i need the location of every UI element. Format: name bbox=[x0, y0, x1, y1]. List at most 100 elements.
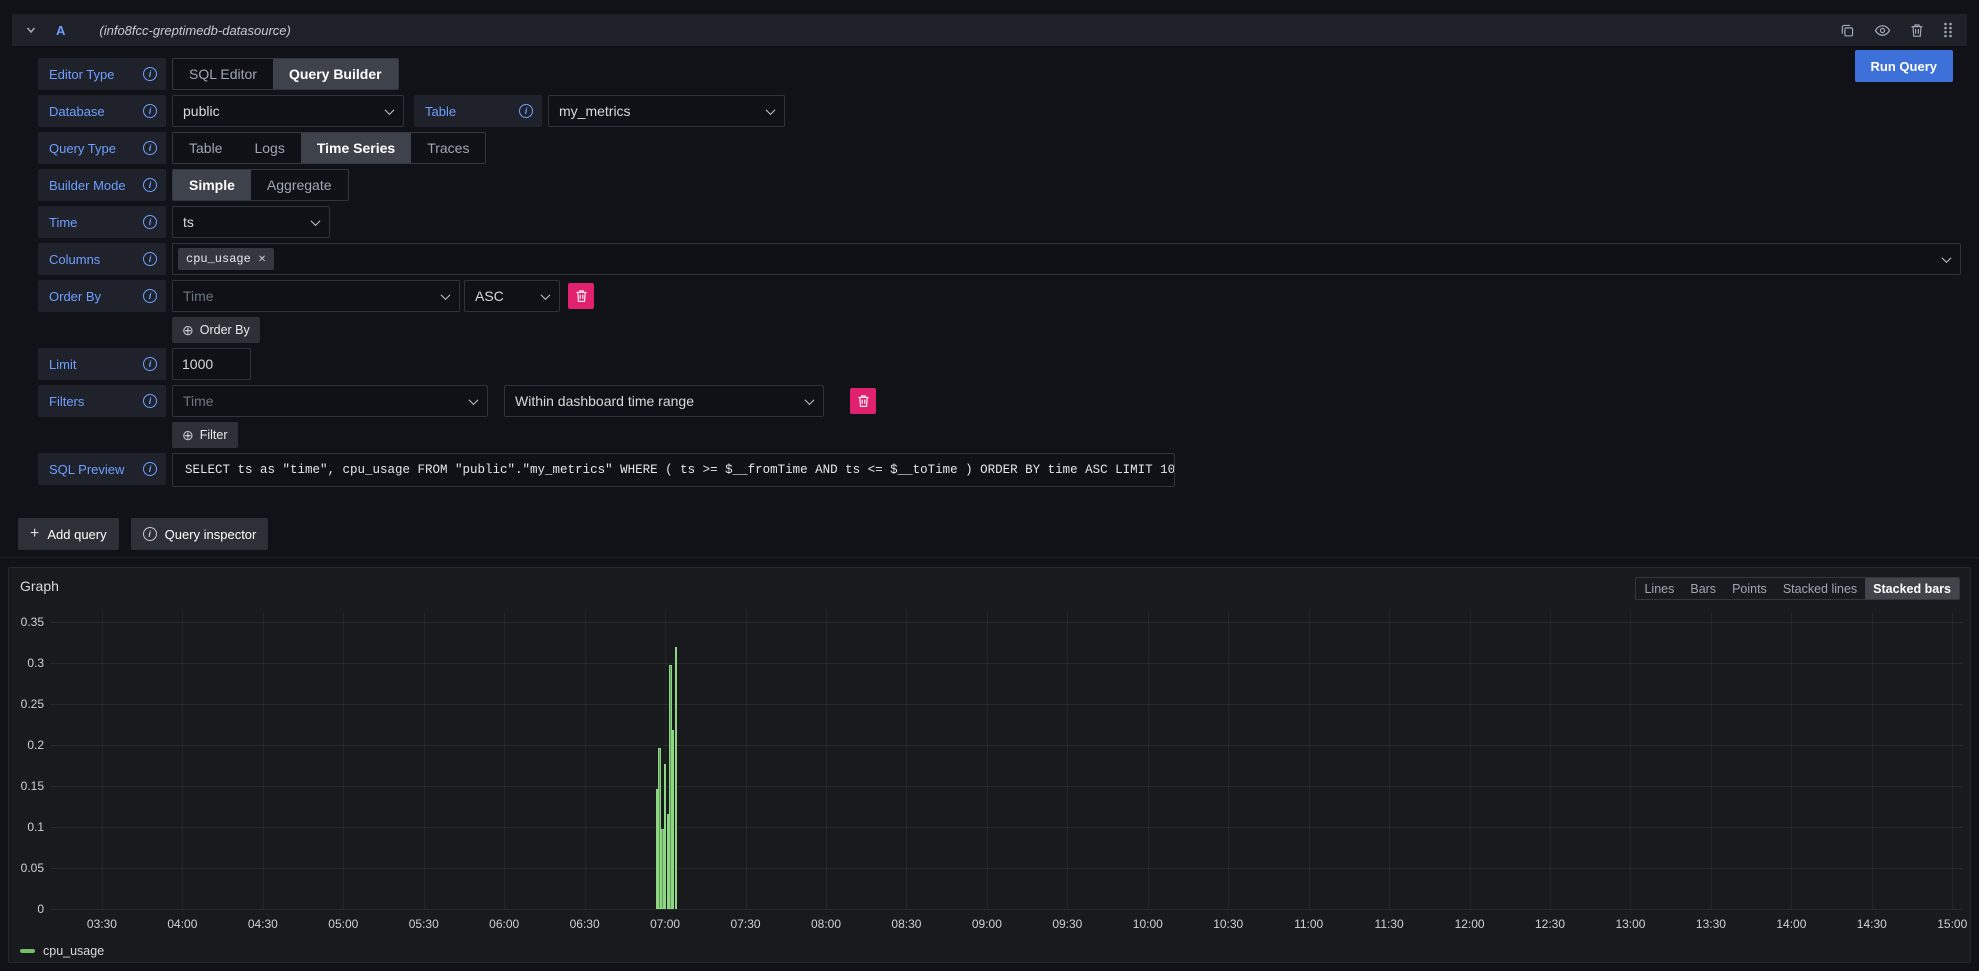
time-row: Time i ts bbox=[38, 206, 1967, 238]
grid-line-vertical bbox=[1630, 613, 1631, 909]
filter-condition-select[interactable]: Within dashboard time range bbox=[504, 385, 824, 417]
plus-circle-icon: ⊕ bbox=[182, 323, 194, 337]
table-select[interactable]: my_metrics bbox=[548, 95, 785, 127]
query-actions: + Add query i Query inspector bbox=[18, 518, 268, 550]
grid-line-vertical bbox=[1470, 613, 1471, 909]
limit-input[interactable] bbox=[172, 348, 251, 380]
x-tick-label: 04:00 bbox=[157, 917, 207, 931]
hide-response-eye-icon[interactable] bbox=[1874, 23, 1891, 38]
x-tick-label: 06:00 bbox=[479, 917, 529, 931]
info-icon[interactable]: i bbox=[143, 462, 157, 476]
duplicate-query-icon[interactable] bbox=[1840, 23, 1855, 38]
add-query-button[interactable]: + Add query bbox=[18, 518, 119, 550]
editor-type-option-query-builder[interactable]: Query Builder bbox=[273, 59, 398, 89]
grid-line-vertical bbox=[906, 613, 907, 909]
remove-order-by-button[interactable] bbox=[568, 283, 594, 309]
y-tick-label: 0.05 bbox=[11, 861, 44, 875]
close-icon[interactable]: ✕ bbox=[258, 254, 266, 265]
query-type-option-traces[interactable]: Traces bbox=[411, 133, 485, 163]
info-icon[interactable]: i bbox=[143, 215, 157, 229]
database-label: Database i bbox=[38, 95, 166, 127]
grid-line-vertical bbox=[1872, 613, 1873, 909]
info-icon[interactable]: i bbox=[143, 67, 157, 81]
grid-line-vertical bbox=[987, 613, 988, 909]
builder-mode-option-simple[interactable]: Simple bbox=[173, 170, 251, 200]
mode-bars[interactable]: Bars bbox=[1682, 578, 1724, 599]
columns-row: Columns i cpu_usage ✕ bbox=[38, 243, 1967, 275]
grid-line-vertical bbox=[1228, 613, 1229, 909]
graph-panel: Graph Lines Bars Points Stacked lines St… bbox=[8, 567, 1971, 963]
add-order-by-button[interactable]: ⊕ Order By bbox=[172, 317, 260, 343]
plot-area[interactable]: 03:3004:0004:3005:0005:3006:0006:3007:00… bbox=[51, 613, 1963, 909]
grid-line-vertical bbox=[1711, 613, 1712, 909]
grid-line-horizontal bbox=[51, 786, 1963, 787]
grid-line-horizontal bbox=[51, 827, 1963, 828]
editor-type-row: Editor Type i SQL Editor Query Builder bbox=[38, 58, 1967, 90]
query-type-option-time-series[interactable]: Time Series bbox=[301, 133, 411, 163]
query-ref-id[interactable]: A bbox=[56, 23, 65, 38]
add-filter-button[interactable]: ⊕ Filter bbox=[172, 422, 238, 448]
grid-line-vertical bbox=[746, 613, 747, 909]
info-icon[interactable]: i bbox=[143, 178, 157, 192]
x-tick-label: 11:30 bbox=[1364, 917, 1414, 931]
filter-field-select[interactable]: Time bbox=[172, 385, 488, 417]
grid-line-vertical bbox=[263, 613, 264, 909]
info-icon[interactable]: i bbox=[143, 289, 157, 303]
info-icon[interactable]: i bbox=[143, 394, 157, 408]
y-tick-label: 0.2 bbox=[11, 738, 44, 752]
database-table-row: Database i public Table i my_metrics bbox=[38, 95, 1967, 127]
grid-line-horizontal bbox=[51, 663, 1963, 664]
editor-type-option-sql-editor[interactable]: SQL Editor bbox=[173, 59, 273, 89]
filters-label: Filters i bbox=[38, 385, 166, 417]
query-row-header[interactable]: A (info8fcc-greptimedb-datasource) bbox=[12, 14, 1967, 46]
grid-line-vertical bbox=[343, 613, 344, 909]
info-icon[interactable]: i bbox=[519, 104, 533, 118]
editor-type-group: SQL Editor Query Builder bbox=[172, 58, 399, 90]
chevron-down-icon bbox=[469, 395, 479, 405]
mode-stacked-bars[interactable]: Stacked bars bbox=[1865, 578, 1959, 599]
columns-multiselect[interactable]: cpu_usage ✕ bbox=[172, 243, 1961, 275]
y-tick-label: 0.3 bbox=[11, 656, 44, 670]
mode-stacked-lines[interactable]: Stacked lines bbox=[1775, 578, 1865, 599]
x-tick-label: 08:30 bbox=[881, 917, 931, 931]
x-tick-label: 13:00 bbox=[1605, 917, 1655, 931]
query-type-option-logs[interactable]: Logs bbox=[238, 133, 300, 163]
grafana-query-editor-page: A (info8fcc-greptimedb-datasource) Run Q… bbox=[0, 0, 1979, 971]
mode-points[interactable]: Points bbox=[1724, 578, 1775, 599]
series-color-swatch[interactable] bbox=[20, 949, 35, 953]
remove-filter-button[interactable] bbox=[850, 388, 876, 414]
info-icon[interactable]: i bbox=[143, 141, 157, 155]
mode-lines[interactable]: Lines bbox=[1636, 578, 1682, 599]
info-icon: i bbox=[143, 527, 157, 541]
collapse-chevron-icon[interactable] bbox=[24, 23, 38, 37]
x-tick-label: 12:00 bbox=[1445, 917, 1495, 931]
limit-label: Limit i bbox=[38, 348, 166, 380]
run-query-button[interactable]: Run Query bbox=[1855, 50, 1953, 82]
grid-line-vertical bbox=[504, 613, 505, 909]
order-by-field-select[interactable]: Time bbox=[172, 280, 460, 312]
grid-line-vertical bbox=[1148, 613, 1149, 909]
query-inspector-button[interactable]: i Query inspector bbox=[131, 518, 269, 550]
grid-line-vertical bbox=[1309, 613, 1310, 909]
datasource-name: (info8fcc-greptimedb-datasource) bbox=[99, 23, 290, 38]
x-tick-label: 03:30 bbox=[77, 917, 127, 931]
query-editor-row: A (info8fcc-greptimedb-datasource) Run Q… bbox=[12, 14, 1967, 510]
query-type-option-table[interactable]: Table bbox=[173, 133, 238, 163]
panel-title: Graph bbox=[20, 578, 59, 594]
grid-line-vertical bbox=[826, 613, 827, 909]
drag-handle-icon[interactable] bbox=[1943, 22, 1953, 38]
time-column-select[interactable]: ts bbox=[172, 206, 330, 238]
remove-query-trash-icon[interactable] bbox=[1910, 23, 1924, 38]
chevron-down-icon bbox=[311, 216, 321, 226]
info-icon[interactable]: i bbox=[143, 252, 157, 266]
database-select[interactable]: public bbox=[172, 95, 404, 127]
column-chip[interactable]: cpu_usage ✕ bbox=[178, 248, 274, 270]
series-legend-label[interactable]: cpu_usage bbox=[43, 944, 104, 958]
builder-mode-group: Simple Aggregate bbox=[172, 169, 349, 201]
sql-preview-box: SELECT ts as "time", cpu_usage FROM "pub… bbox=[172, 453, 1175, 487]
info-icon[interactable]: i bbox=[143, 104, 157, 118]
time-label: Time i bbox=[38, 206, 166, 238]
builder-mode-option-aggregate[interactable]: Aggregate bbox=[251, 170, 348, 200]
order-by-direction-select[interactable]: ASC bbox=[464, 280, 560, 312]
info-icon[interactable]: i bbox=[143, 357, 157, 371]
